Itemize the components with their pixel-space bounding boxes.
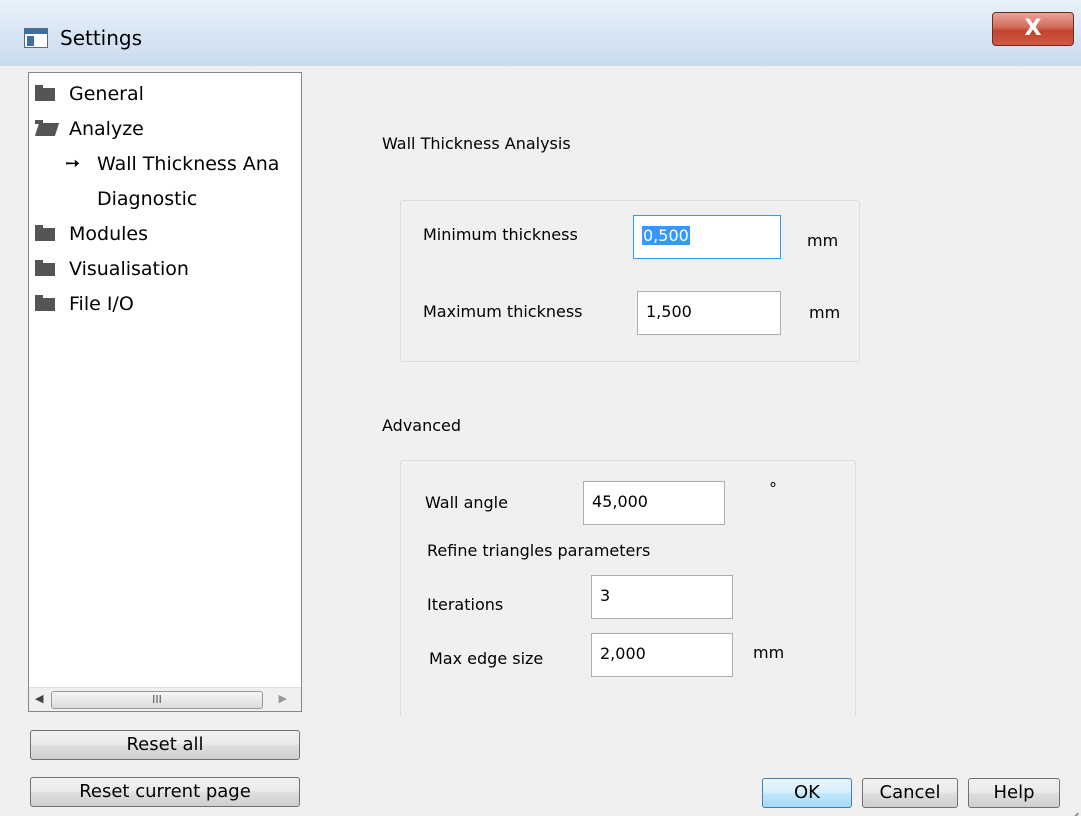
iterations-input[interactable]: 3 bbox=[591, 575, 733, 619]
tree-item-label: Wall Thickness Ana bbox=[97, 153, 280, 175]
settings-tree[interactable]: General Analyze ➙ Wall Thickness Ana Dia… bbox=[28, 72, 302, 712]
folder-icon bbox=[35, 225, 55, 241]
wall-thickness-title: Wall Thickness Analysis bbox=[382, 134, 571, 153]
settings-window: Settings X General Analyze ➙ Wall Thickn… bbox=[0, 0, 1081, 816]
max-edge-size-unit: mm bbox=[753, 643, 785, 662]
maximum-thickness-label: Maximum thickness bbox=[423, 302, 583, 321]
minimum-thickness-unit: mm bbox=[807, 231, 839, 250]
title-bar: Settings X bbox=[0, 0, 1081, 66]
wall-angle-unit: ° bbox=[769, 479, 777, 498]
maximum-thickness-input[interactable]: 1,500 bbox=[637, 291, 781, 335]
wall-thickness-group: Minimum thickness 0,500 mm Maximum thick… bbox=[400, 200, 860, 362]
minimum-thickness-value: 0,500 bbox=[642, 226, 690, 245]
iterations-label: Iterations bbox=[427, 595, 504, 614]
tree-item-label: Modules bbox=[69, 223, 148, 245]
folder-icon bbox=[35, 85, 55, 101]
advanced-group: Wall angle 45,000 ° Refine triangles par… bbox=[400, 460, 856, 716]
folder-open-icon bbox=[34, 120, 60, 136]
tree-item-label: General bbox=[69, 83, 144, 105]
tree-item-label: Visualisation bbox=[69, 258, 189, 280]
minimum-thickness-input[interactable]: 0,500 bbox=[633, 215, 781, 259]
folder-icon bbox=[35, 295, 55, 311]
help-button[interactable]: Help bbox=[968, 778, 1060, 808]
max-edge-size-label: Max edge size bbox=[429, 649, 544, 668]
cancel-button[interactable]: Cancel bbox=[862, 778, 958, 808]
minimum-thickness-label: Minimum thickness bbox=[423, 225, 578, 244]
app-icon bbox=[24, 28, 48, 48]
iterations-value: 3 bbox=[600, 586, 611, 605]
refine-triangles-label: Refine triangles parameters bbox=[427, 541, 651, 560]
scroll-right-icon[interactable]: ▶ bbox=[279, 692, 287, 705]
maximum-thickness-value: 1,500 bbox=[646, 302, 692, 321]
scroll-left-icon[interactable]: ◀ bbox=[35, 692, 43, 705]
folder-icon bbox=[35, 260, 55, 276]
wall-angle-input[interactable]: 45,000 bbox=[583, 481, 725, 525]
tree-item-label: Diagnostic bbox=[97, 188, 198, 210]
max-edge-size-input[interactable]: 2,000 bbox=[591, 633, 733, 677]
reset-current-page-button[interactable]: Reset current page bbox=[30, 777, 300, 807]
ok-button[interactable]: OK bbox=[762, 778, 852, 808]
wall-angle-label: Wall angle bbox=[425, 493, 508, 512]
resize-grip-icon[interactable] bbox=[1059, 794, 1079, 816]
tree-item-label: File I/O bbox=[69, 293, 134, 315]
max-edge-size-value: 2,000 bbox=[600, 644, 646, 663]
arrow-icon: ➙ bbox=[65, 153, 81, 174]
window-title: Settings bbox=[60, 26, 143, 50]
horizontal-scrollbar[interactable]: ◀ III ▶ bbox=[29, 687, 301, 711]
reset-all-button[interactable]: Reset all bbox=[30, 730, 300, 760]
advanced-title: Advanced bbox=[382, 416, 462, 435]
close-button[interactable]: X bbox=[992, 12, 1074, 46]
tree-item-label: Analyze bbox=[69, 118, 144, 140]
wall-angle-value: 45,000 bbox=[592, 492, 648, 511]
maximum-thickness-unit: mm bbox=[809, 303, 841, 322]
scroll-thumb[interactable]: III bbox=[51, 691, 263, 709]
